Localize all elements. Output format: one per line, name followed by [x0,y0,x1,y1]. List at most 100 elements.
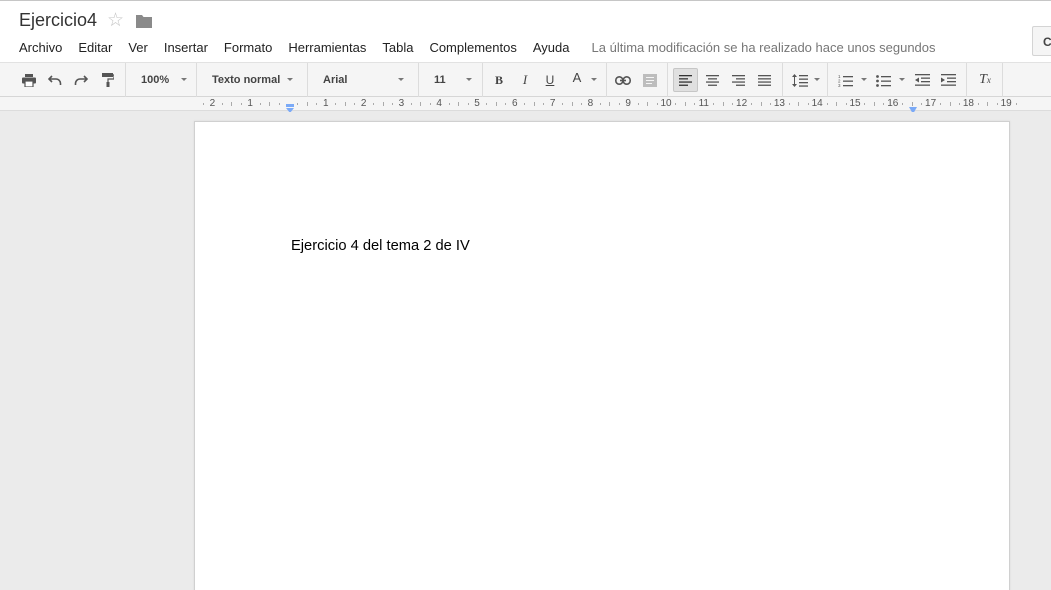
ruler-tick [798,102,800,106]
clear-formatting-button[interactable]: Tx [974,68,996,92]
ruler-tick [618,103,620,105]
ruler-tick [335,103,337,105]
ruler-number: 5 [474,98,480,109]
save-status[interactable]: La última modificación se ha realizado h… [592,40,936,55]
print-button[interactable] [19,68,39,92]
ruler-tick [269,102,271,106]
menu-complementos[interactable]: Complementos [429,40,516,55]
document-page[interactable]: Ejercicio 4 del tema 2 de IV [194,121,1010,590]
align-center-button[interactable] [702,68,722,92]
increase-indent-icon [940,74,956,86]
ruler-number: 2 [360,98,367,109]
line-spacing-button[interactable] [790,68,810,92]
ruler-tick [949,102,951,106]
numbered-list-caret-icon[interactable] [861,78,867,81]
ruler-tick [609,102,611,106]
share-button[interactable]: C [1032,26,1051,56]
toolbar-separator [1002,63,1003,97]
undo-icon [48,74,62,85]
ruler-tick [202,103,204,105]
paragraph-style-select[interactable]: Texto normal [212,68,280,92]
ruler-number: 1 [323,98,329,109]
document-body-text[interactable]: Ejercicio 4 del tema 2 de IV [291,238,470,254]
menu-formato[interactable]: Formato [224,40,272,55]
ruler-tick [826,103,828,105]
align-right-button[interactable] [728,68,748,92]
underline-button[interactable]: U [541,68,559,92]
text-color-button[interactable]: A [566,68,588,92]
ruler-number: 8 [587,98,594,109]
ruler-number: 4 [436,98,442,109]
bulleted-list-button[interactable] [873,68,893,92]
toolbar-separator [482,63,483,97]
ruler-tick [694,103,696,105]
ruler-number: 1 [247,98,253,109]
decrease-indent-button[interactable] [912,68,932,92]
ruler-tick [864,103,866,105]
ruler[interactable]: 2 1 1 2 3 4 5 6 7 8 9 10 11 12 13 14 15 16 17 18 19 [0,97,1051,111]
menu-tabla[interactable]: Tabla [382,40,413,55]
svg-text:3: 3 [838,83,841,87]
numbered-list-button[interactable]: 123 [835,68,855,92]
ruler-tick [647,102,649,106]
menu-archivo[interactable]: Archivo [19,40,62,55]
comment-icon [643,73,657,87]
document-canvas: Ejercicio 4 del tema 2 de IV [0,112,1051,590]
ruler-number: 19 [1000,98,1012,109]
toolbar-separator [782,63,783,97]
align-left-button[interactable] [673,68,698,92]
ruler-tick [391,103,393,105]
menu-ver[interactable]: Ver [128,40,148,55]
paint-format-button[interactable] [98,68,118,92]
ruler-tick [902,103,904,105]
ruler-tick [467,103,469,105]
increase-indent-button[interactable] [938,68,958,92]
ruler-number: 17 [925,98,937,109]
bold-button[interactable]: B [490,68,508,92]
ruler-tick [656,103,658,105]
docs-window: Ejercicio4 ☆ Archivo Editar Ver Insertar… [0,0,1051,590]
zoom-select[interactable]: 100% [141,68,169,92]
bulleted-list-caret-icon[interactable] [899,78,905,81]
ruler-tick [278,103,280,105]
ruler-tick [684,102,686,106]
insert-comment-button [640,68,660,92]
zoom-caret-icon[interactable] [181,78,187,81]
star-icon[interactable]: ☆ [107,9,124,31]
ruler-number: 14 [811,98,823,109]
ruler-number: 15 [849,98,861,109]
font-select[interactable]: Arial [323,68,347,92]
ruler-tick [845,103,847,105]
style-caret-icon[interactable] [287,78,293,81]
italic-button[interactable]: I [516,68,534,92]
text-color-caret-icon[interactable] [591,78,597,81]
clear-formatting-icon: Tx [979,72,991,87]
ruler-number: 10 [660,98,672,109]
folder-icon[interactable] [136,14,152,28]
toolbar-separator [418,63,419,97]
insert-link-button[interactable] [613,68,633,92]
toolbar: 100% Texto normal Arial 11 B I U A 1 2 3… [0,62,1051,153]
menu-editar[interactable]: Editar [78,40,112,55]
ruler-tick [1015,103,1017,105]
menu-insertar[interactable]: Insertar [164,40,208,55]
line-spacing-caret-icon[interactable] [814,78,820,81]
menu-ayuda[interactable]: Ayuda [533,40,570,55]
redo-button[interactable] [71,68,91,92]
ruler-tick [458,102,460,106]
ruler-tick [751,103,753,105]
font-size-select[interactable]: 11 [434,68,446,92]
ruler-tick [836,102,838,106]
align-justify-button[interactable] [754,68,774,92]
ruler-tick [316,103,318,105]
ruler-tick [977,103,979,105]
font-size-caret-icon[interactable] [466,78,472,81]
menu-herramientas[interactable]: Herramientas [288,40,366,55]
header: Ejercicio4 ☆ Archivo Editar Ver Insertar… [0,0,1051,62]
document-title[interactable]: Ejercicio4 [19,10,97,31]
ruler-tick [533,102,535,106]
ruler-tick [429,103,431,105]
font-caret-icon[interactable] [398,78,404,81]
undo-button[interactable] [45,68,65,92]
ruler-tick [410,103,412,105]
